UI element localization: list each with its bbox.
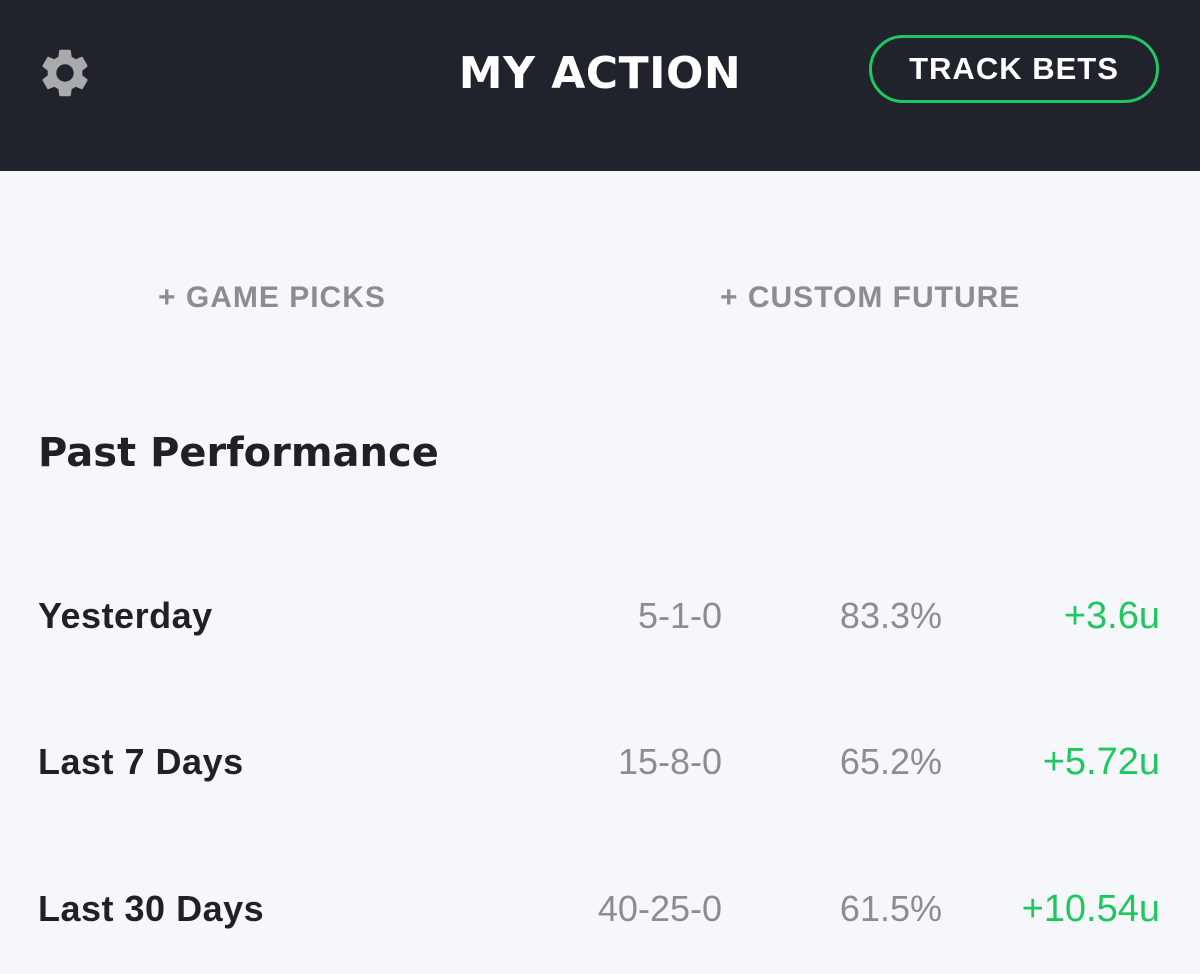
past-performance-heading: Past Performance <box>38 430 439 476</box>
row-record: 15-8-0 <box>617 741 722 782</box>
performance-row-last-7-days: Last 7 Days 15-8-0 65.2% +5.72u <box>0 732 1200 792</box>
performance-row-last-30-days: Last 30 Days 40-25-0 61.5% +10.54u <box>0 879 1200 939</box>
row-record: 40-25-0 <box>597 888 722 929</box>
add-game-picks-button[interactable]: + GAME PICKS <box>158 279 386 317</box>
top-app-bar: MY ACTION TRACK BETS <box>0 0 1200 171</box>
track-bets-button[interactable]: TRACK BETS <box>869 35 1159 103</box>
add-custom-future-button[interactable]: + CUSTOM FUTURE <box>720 279 1020 317</box>
row-win-percent: 65.2% <box>839 741 942 782</box>
row-label: Last 30 Days <box>38 888 265 929</box>
row-label: Yesterday <box>38 595 213 636</box>
row-units: +10.54u <box>1021 888 1160 930</box>
performance-row-yesterday: Yesterday 5-1-0 83.3% +3.6u <box>0 586 1200 646</box>
row-win-percent: 83.3% <box>839 595 942 636</box>
row-label: Last 7 Days <box>38 741 244 782</box>
row-record: 5-1-0 <box>637 595 722 636</box>
row-win-percent: 61.5% <box>839 888 942 929</box>
row-units: +3.6u <box>1063 595 1160 637</box>
row-units: +5.72u <box>1042 741 1160 783</box>
